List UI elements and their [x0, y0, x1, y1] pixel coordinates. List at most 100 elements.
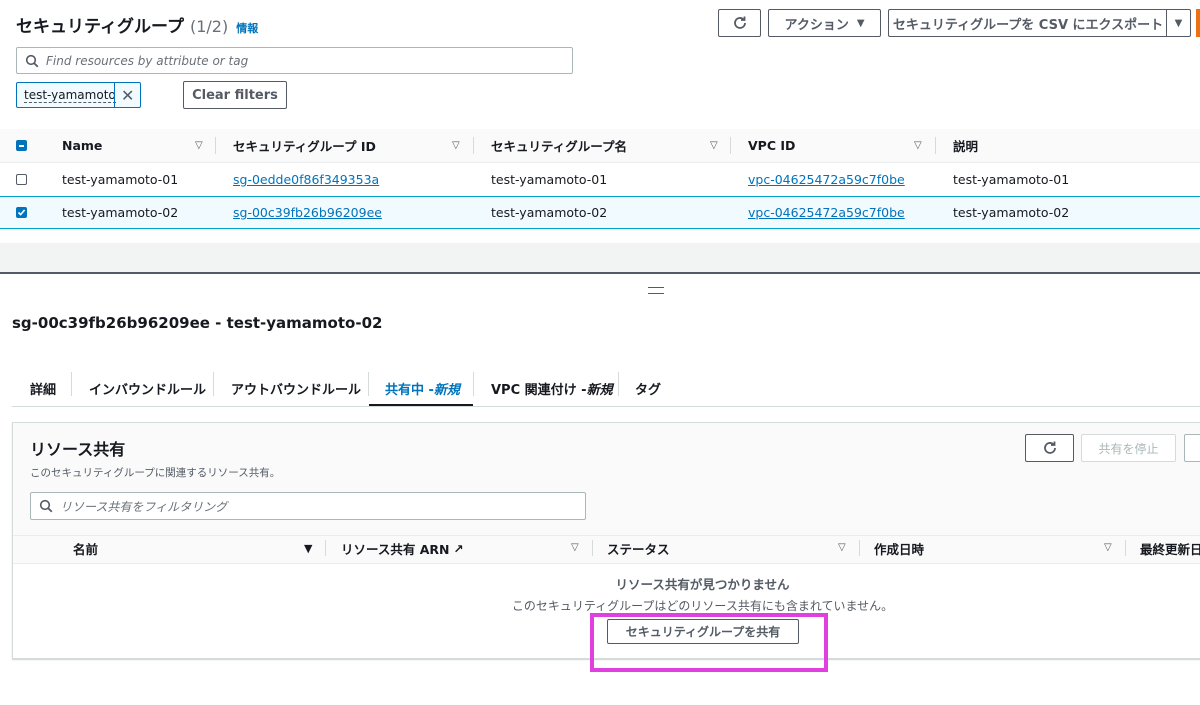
column-divider — [730, 137, 731, 154]
orange-button-edge[interactable] — [1196, 9, 1200, 37]
tab-sharing[interactable]: 共有中 - 新規 — [385, 370, 460, 406]
sort-icon[interactable]: ▽ — [914, 140, 922, 151]
search-icon — [39, 499, 53, 513]
column-divider — [473, 137, 474, 154]
column-header-sg-id[interactable]: セキュリティグループ ID — [233, 129, 376, 162]
stop-sharing-label: 共有を停止 — [1098, 441, 1159, 456]
column-header-description[interactable]: 説明 — [953, 129, 978, 162]
column-header-last-updated[interactable]: 最終更新日 — [1140, 535, 1200, 562]
refresh-icon — [1043, 441, 1056, 454]
column-header-status[interactable]: ステータス — [607, 535, 670, 562]
search-icon — [25, 54, 39, 67]
column-header-name[interactable]: 名前 — [73, 535, 98, 562]
selection-count: (1/2) — [189, 17, 229, 36]
tab-label: 共有中 - — [385, 382, 434, 398]
tab-label: インバウンドルール — [89, 382, 207, 398]
resource-share-refresh-button[interactable] — [1025, 434, 1074, 462]
close-icon[interactable]: ✕ — [121, 86, 134, 105]
drag-handle-icon[interactable] — [648, 287, 664, 294]
export-csv-label: セキュリティグループを CSV にエクスポート — [892, 17, 1164, 33]
export-dropdown-button[interactable]: ▼ — [1166, 9, 1191, 37]
sort-icon[interactable]: ▽ — [195, 140, 203, 151]
column-divider — [935, 137, 936, 154]
cell-vpc-id-link[interactable]: vpc-04625472a59c7f0be — [748, 196, 905, 229]
search-input[interactable]: Find resources by attribute or tag — [16, 47, 573, 74]
tab-label: VPC 関連付け - — [491, 382, 587, 398]
select-all-checkbox[interactable] — [16, 140, 27, 151]
tab-label: タグ — [635, 382, 662, 398]
column-header-vpc-id[interactable]: VPC ID — [748, 129, 795, 162]
split-divider — [0, 272, 1200, 274]
column-header-created[interactable]: 作成日時 — [874, 535, 924, 562]
clear-filters-button[interactable]: Clear filters — [183, 81, 287, 109]
tab-label: アウトバウンドルール — [231, 382, 362, 398]
empty-state-description: このセキュリティグループはどのリソース共有にも含まれていません。 — [511, 599, 894, 613]
stop-sharing-button[interactable]: 共有を停止 — [1081, 434, 1176, 462]
cell-sg-name: test-yamamoto-02 — [491, 205, 608, 220]
sort-icon[interactable]: ▽ — [710, 140, 718, 151]
empty-state-title: リソース共有が見つかりません — [615, 577, 790, 592]
refresh-button[interactable] — [718, 9, 761, 37]
column-header-name[interactable]: Name — [62, 129, 102, 162]
tab-divider — [368, 372, 369, 396]
tab-divider — [618, 372, 619, 396]
row-checkbox[interactable] — [16, 174, 27, 185]
cell-sg-id-link[interactable]: sg-0edde0f86f349353a — [233, 163, 379, 196]
column-header-arn[interactable]: リソース共有 ARN ↗ — [341, 535, 464, 562]
column-divider — [592, 540, 593, 556]
tab-new-badge: 新規 — [433, 382, 460, 398]
page-title: セキュリティグループ — [16, 17, 184, 37]
refresh-icon — [733, 16, 746, 29]
tab-tags[interactable]: タグ — [635, 370, 661, 406]
cell-sg-name: test-yamamoto-01 — [491, 172, 608, 187]
column-divider — [1125, 540, 1126, 556]
external-link-icon: ↗ — [453, 541, 464, 556]
cell-name: test-yamamoto-01 — [62, 172, 179, 187]
caret-down-icon: ▼ — [856, 17, 865, 29]
cell-sg-id-link[interactable]: sg-00c39fb26b96209ee — [233, 196, 382, 229]
next-action-button[interactable] — [1184, 434, 1200, 462]
tab-inbound-rules[interactable]: インバウンドルール — [89, 370, 206, 406]
gray-area — [0, 243, 1200, 272]
cell-vpc-id-link[interactable]: vpc-04625472a59c7f0be — [748, 163, 905, 196]
column-divider — [325, 540, 326, 556]
caret-down-icon: ▼ — [1174, 17, 1183, 29]
sort-icon[interactable]: ▽ — [1104, 542, 1112, 553]
actions-button[interactable]: アクション ▼ — [768, 9, 881, 37]
tab-divider — [473, 372, 474, 396]
filter-token-label: test-yamamoto — [24, 87, 116, 103]
tab-divider — [71, 372, 72, 396]
check-icon — [17, 209, 26, 216]
row-checkbox[interactable] — [16, 207, 27, 218]
actions-label: アクション — [784, 17, 849, 33]
cell-description: test-yamamoto-02 — [953, 205, 1070, 220]
tab-new-badge: 新規 — [586, 382, 613, 398]
search-placeholder: Find resources by attribute or tag — [46, 53, 249, 68]
filter-token: test-yamamoto ✕ — [16, 82, 141, 108]
sort-icon[interactable]: ▼ — [304, 542, 312, 555]
cell-name: test-yamamoto-02 — [62, 205, 179, 220]
sort-icon[interactable]: ▽ — [571, 542, 579, 553]
column-divider — [859, 540, 860, 556]
table-bottom-band — [0, 229, 1200, 243]
column-divider — [215, 137, 216, 154]
filter-placeholder: リソース共有をフィルタリング — [60, 499, 228, 514]
column-header-sg-name[interactable]: セキュリティグループ名 — [491, 129, 627, 162]
page-title-wrap: セキュリティグループ (1/2) 情報 — [16, 12, 258, 37]
resource-share-title: リソース共有 — [30, 440, 126, 459]
tab-vpc-associations[interactable]: VPC 関連付け - 新規 — [491, 370, 613, 406]
resource-share-description: このセキュリティグループに関連するリソース共有。 — [30, 467, 281, 479]
tab-outbound-rules[interactable]: アウトバウンドルール — [231, 370, 361, 406]
filter-token-divider — [114, 83, 115, 107]
info-link[interactable]: 情報 — [236, 20, 258, 36]
clear-filters-label: Clear filters — [192, 87, 278, 103]
sort-icon[interactable]: ▽ — [452, 140, 460, 151]
tab-details[interactable]: 詳細 — [30, 370, 56, 406]
tabs-bottom-border — [12, 406, 1200, 407]
tab-divider — [213, 372, 214, 396]
export-csv-button[interactable]: セキュリティグループを CSV にエクスポート — [888, 9, 1167, 37]
details-title: sg-00c39fb26b96209ee - test-yamamoto-02 — [12, 314, 383, 332]
arn-label: リソース共有 ARN — [341, 542, 450, 557]
sort-icon[interactable]: ▽ — [838, 542, 846, 553]
resource-share-filter-input[interactable]: リソース共有をフィルタリング — [30, 492, 586, 520]
